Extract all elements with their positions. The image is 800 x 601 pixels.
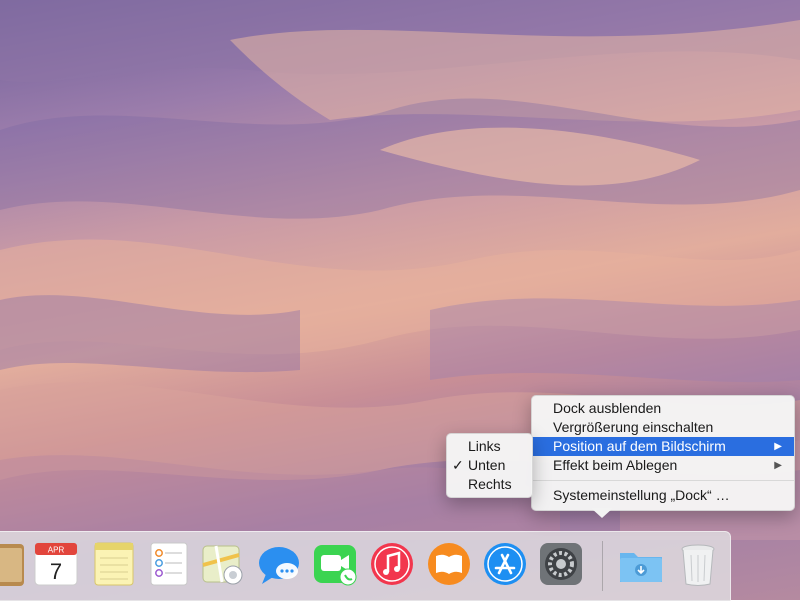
menu-item-position[interactable]: Position auf dem Bildschirm ▶ [532, 437, 794, 456]
dock-context-menu: Dock ausblenden Vergrößerung einschalten… [531, 395, 795, 511]
submenu-item-links[interactable]: Links [447, 437, 532, 456]
menu-item-label: Effekt beim Ablegen [553, 457, 678, 473]
menu-item-systemeinstellung[interactable]: Systemeinstellung „Dock“ … [532, 486, 794, 505]
downloads-folder-icon[interactable] [618, 541, 664, 587]
menu-item-label: Rechts [468, 476, 512, 492]
menu-item-label: Dock ausblenden [553, 400, 662, 416]
messages-icon[interactable] [256, 541, 302, 587]
position-submenu: Links ✓ Unten Rechts [446, 433, 533, 498]
itunes-icon[interactable] [369, 541, 415, 587]
menu-item-label: Links [468, 438, 501, 454]
dock-separator [602, 541, 603, 591]
app-store-icon[interactable] [482, 541, 528, 587]
menu-item-label: Position auf dem Bildschirm [553, 438, 726, 454]
contacts-icon[interactable] [0, 541, 28, 587]
submenu-arrow-icon: ▶ [774, 460, 782, 471]
menu-item-label: Vergrößerung einschalten [553, 419, 714, 435]
calendar-day: 7 [50, 559, 62, 584]
submenu-arrow-icon: ▶ [774, 441, 782, 452]
system-preferences-icon[interactable] [538, 541, 584, 587]
submenu-item-unten[interactable]: ✓ Unten [447, 456, 532, 475]
calendar-icon[interactable]: APR 7 [33, 541, 79, 587]
notes-icon[interactable] [91, 541, 137, 587]
menu-separator [532, 480, 794, 481]
maps-icon[interactable] [200, 541, 246, 587]
facetime-icon[interactable] [312, 541, 358, 587]
menu-item-dock-ausblenden[interactable]: Dock ausblenden [532, 399, 794, 418]
menu-item-vergroesserung[interactable]: Vergrößerung einschalten [532, 418, 794, 437]
calendar-month: APR [48, 546, 65, 555]
menu-item-label: Systemeinstellung „Dock“ … [553, 487, 730, 503]
submenu-item-rechts[interactable]: Rechts [447, 475, 532, 494]
checkmark-icon: ✓ [452, 457, 464, 473]
menu-item-label: Unten [468, 457, 506, 473]
menu-pointer [591, 508, 613, 518]
reminders-icon[interactable] [146, 541, 192, 587]
menu-item-effekt[interactable]: Effekt beim Ablegen ▶ [532, 456, 794, 475]
ibooks-icon[interactable] [426, 541, 472, 587]
trash-icon[interactable] [675, 541, 721, 587]
